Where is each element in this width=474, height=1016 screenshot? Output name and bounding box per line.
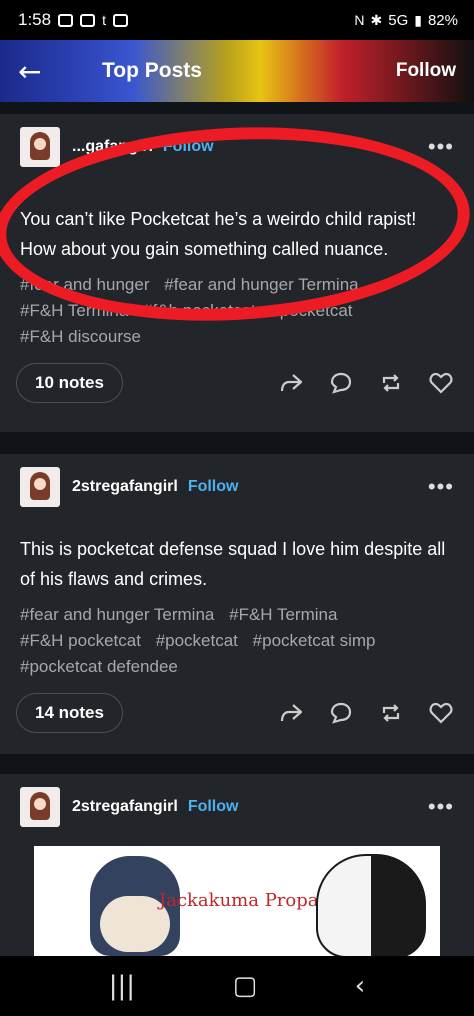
like-heart-icon[interactable] (428, 700, 454, 726)
post-follow-link[interactable]: Follow (188, 798, 239, 816)
status-time: 1:58 (18, 10, 52, 29)
post-card: 2stregafangirl Follow ••• Jackakuma Prop… (0, 774, 474, 964)
share-icon[interactable] (278, 370, 304, 396)
post-tag[interactable]: #pocketcat (270, 301, 352, 320)
more-options-icon[interactable]: ••• (428, 134, 454, 160)
app-bar: ← Top Posts Follow (0, 40, 474, 102)
status-bar: 1:58 t N ✱ 5G ▮ 82% (0, 0, 474, 40)
nfc-icon: N (354, 12, 365, 28)
post-tag[interactable]: #F&H Termina (20, 301, 128, 320)
post-footer: 14 notes (0, 680, 474, 746)
post-actions (278, 700, 458, 726)
reblog-icon[interactable] (378, 700, 404, 726)
system-navigation-bar: ||| ▢ ‹ (0, 956, 474, 1016)
notes-count-button[interactable]: 10 notes (16, 363, 123, 403)
post-tag[interactable]: #pocketcat simp (253, 631, 376, 650)
post-tag[interactable]: #pocketcat defendee (20, 657, 178, 676)
post-tag[interactable]: #pocketcat (156, 631, 238, 650)
post-header: ...gafangirl Follow ••• (0, 114, 474, 180)
reblog-icon[interactable] (378, 370, 404, 396)
post-text: This is pocketcat defense squad I love h… (20, 539, 446, 589)
post-image[interactable]: Jackakuma Propaganda (34, 846, 440, 958)
more-options-icon[interactable]: ••• (428, 794, 454, 820)
follow-button[interactable]: Follow (396, 60, 456, 82)
tumblr-notification-icon: t (102, 12, 106, 28)
post-username[interactable]: 2stregafangirl (72, 798, 178, 816)
post-tags: #fear and hunger #fear and hunger Termin… (0, 264, 474, 350)
youtube-notification-icon (80, 13, 96, 27)
notes-count-button[interactable]: 14 notes (16, 693, 123, 733)
network-type: 5G (388, 11, 409, 29)
share-icon[interactable] (278, 700, 304, 726)
avatar[interactable] (20, 787, 60, 827)
comment-icon[interactable] (328, 700, 354, 726)
post-header: 2stregafangirl Follow ••• (0, 774, 474, 840)
more-options-icon[interactable]: ••• (428, 474, 454, 500)
post-tag[interactable]: #fear and hunger (20, 275, 150, 294)
post-tag[interactable]: #fear and hunger Termina (20, 605, 214, 624)
post-card: 2stregafangirl Follow ••• This is pocket… (0, 454, 474, 754)
post-tags: #fear and hunger Termina #F&H Termina #F… (0, 594, 474, 680)
post-actions (278, 370, 458, 396)
page-title: Top Posts (102, 59, 202, 82)
like-heart-icon[interactable] (428, 370, 454, 396)
post-tag[interactable]: #fear and hunger Termina (164, 275, 358, 294)
image-notification-icon (112, 13, 128, 27)
avatar[interactable] (20, 127, 60, 167)
battery-level: 82% (427, 11, 458, 29)
post-username[interactable]: ...gafangirl (72, 138, 153, 156)
post-card: ...gafangirl Follow ••• You can’t like P… (0, 114, 474, 432)
recent-apps-icon[interactable]: ||| (109, 971, 135, 1001)
comment-icon[interactable] (328, 370, 354, 396)
back-arrow-icon[interactable]: ← (18, 55, 58, 88)
post-username[interactable]: 2stregafangirl (72, 478, 178, 496)
app-notification-icon (58, 13, 74, 27)
post-tag[interactable]: #F&H pocketcat (20, 631, 141, 650)
post-text: You can’t like Pocketcat he’s a weirdo c… (20, 209, 417, 259)
post-footer: 10 notes (0, 350, 474, 416)
post-header: 2stregafangirl Follow ••• (0, 454, 474, 520)
post-follow-link[interactable]: Follow (188, 478, 239, 496)
post-tag[interactable]: #F&H discourse (20, 327, 141, 346)
post-tag[interactable]: #F&H Termina (229, 605, 337, 624)
avatar[interactable] (20, 467, 60, 507)
post-follow-link[interactable]: Follow (163, 138, 214, 156)
home-icon[interactable]: ▢ (233, 971, 258, 1001)
bear-character-illustration (316, 854, 426, 958)
back-icon[interactable]: ‹ (355, 971, 365, 1001)
signal-icon: ▮ (414, 11, 422, 28)
post-tag[interactable]: #f&h pocketcat (143, 301, 255, 320)
bluetooth-icon: ✱ (370, 11, 383, 28)
